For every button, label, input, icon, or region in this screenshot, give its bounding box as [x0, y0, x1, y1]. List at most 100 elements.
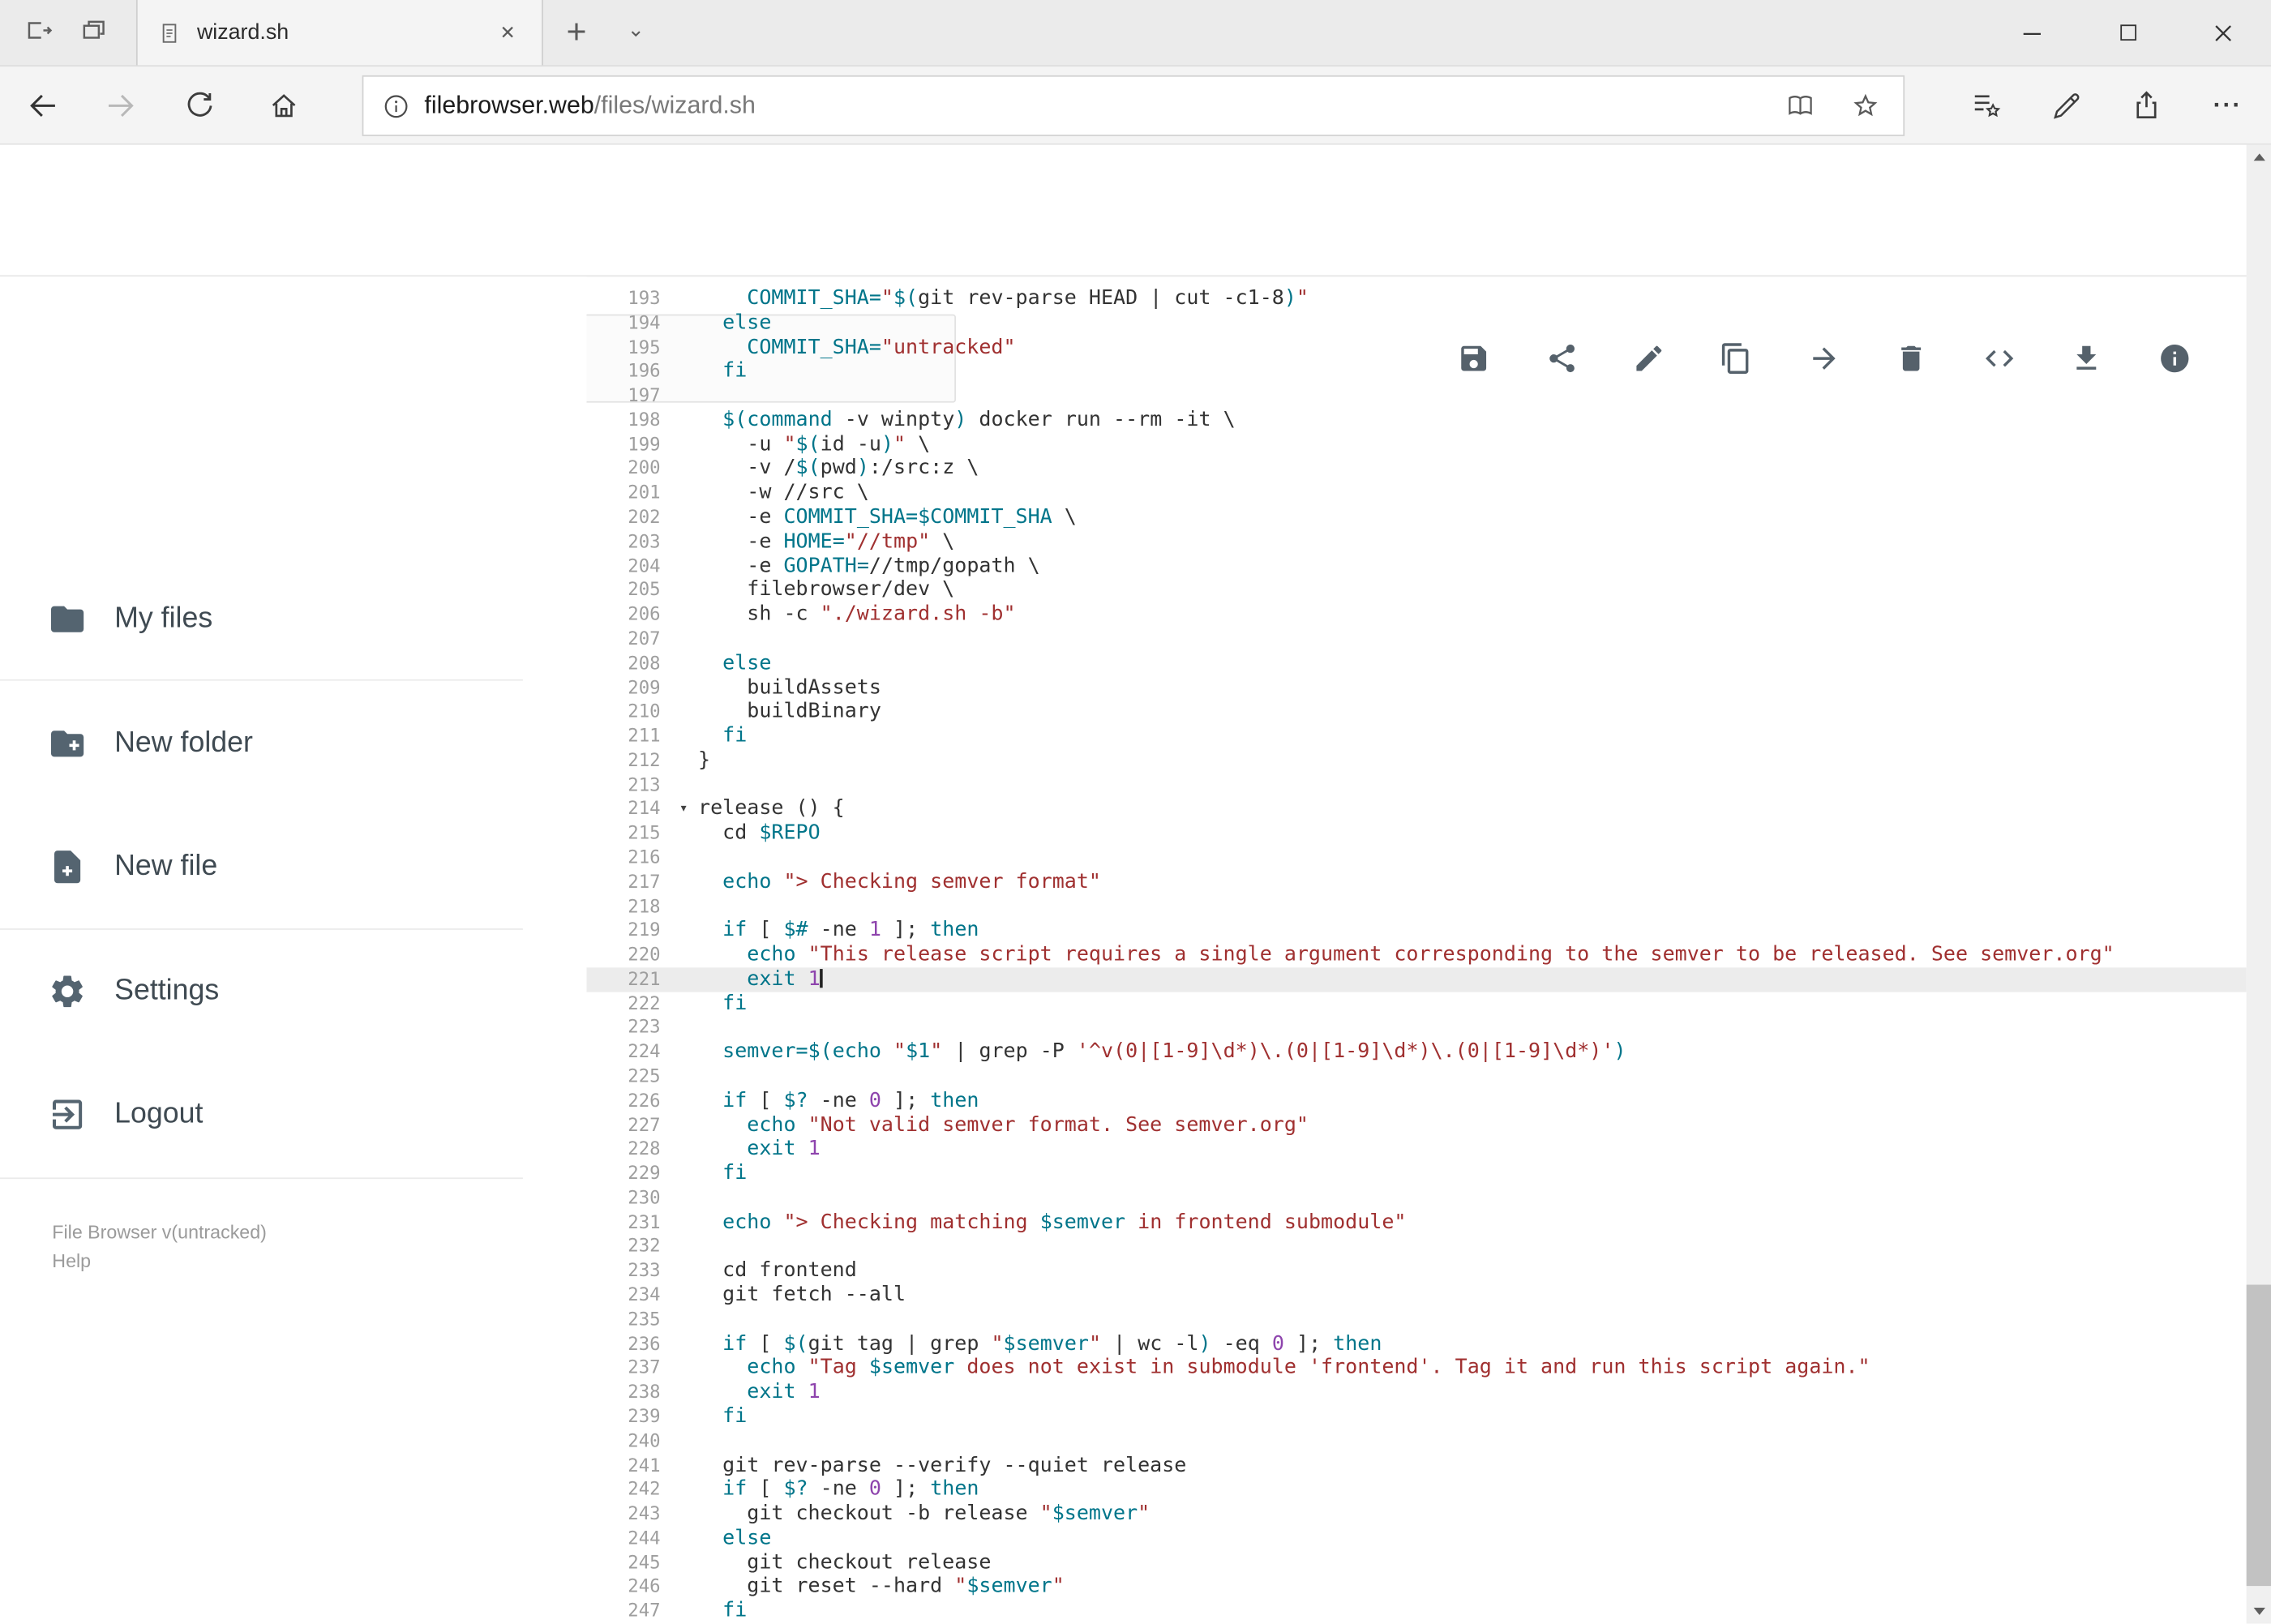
line-number[interactable]: 194 [586, 311, 673, 336]
reading-view-button[interactable] [1774, 78, 1826, 133]
line-number[interactable]: 200 [586, 457, 673, 482]
editor-line[interactable]: 233 cd frontend [586, 1259, 2246, 1283]
tab-close-icon[interactable]: ✕ [493, 18, 523, 47]
line-number[interactable]: 197 [586, 384, 673, 409]
editor-line[interactable]: 202 -e COMMIT_SHA=$COMMIT_SHA \ [586, 506, 2246, 530]
editor-line[interactable]: 230 [586, 1186, 2246, 1211]
line-number[interactable]: 227 [586, 1113, 673, 1138]
editor-line[interactable]: 212} [586, 748, 2246, 773]
line-number[interactable]: 216 [586, 846, 673, 870]
editor-line[interactable]: 231 echo "> Checking matching $semver in… [586, 1211, 2246, 1235]
editor-line[interactable]: 236 if [ $(git tag | grep "$semver" | wc… [586, 1332, 2246, 1356]
editor-line[interactable]: 196 fi [586, 360, 2246, 384]
window-minimize-button[interactable] [1984, 0, 2080, 65]
editor-line[interactable]: 221 exit 1 [586, 967, 2247, 992]
editor-line[interactable]: 244 else [586, 1527, 2246, 1551]
editor-line[interactable]: 242 if [ $? -ne 0 ]; then [586, 1478, 2246, 1502]
editor-line[interactable]: 223 [586, 1016, 2246, 1040]
sidebar-item-my-files[interactable]: My files [0, 578, 586, 659]
line-number[interactable]: 239 [586, 1405, 673, 1429]
line-number[interactable]: 211 [586, 724, 673, 748]
editor-line[interactable]: 246 git reset --hard "$semver" [586, 1575, 2246, 1600]
editor-line[interactable]: 222 fi [586, 992, 2246, 1016]
line-number[interactable]: 245 [586, 1551, 673, 1575]
line-number[interactable]: 213 [586, 773, 673, 797]
editor-line[interactable]: 216 [586, 846, 2246, 870]
editor-line[interactable]: 197 [586, 384, 2246, 409]
line-number[interactable]: 241 [586, 1454, 673, 1478]
editor-line[interactable]: 234 git fetch --all [586, 1283, 2246, 1308]
line-number[interactable]: 207 [586, 627, 673, 651]
line-number[interactable]: 238 [586, 1381, 673, 1405]
line-number[interactable]: 196 [586, 360, 673, 384]
back-button[interactable] [15, 76, 72, 134]
editor-line[interactable]: 247 fi [586, 1600, 2246, 1624]
editor-line[interactable]: 238 exit 1 [586, 1381, 2246, 1405]
line-number[interactable]: 217 [586, 870, 673, 894]
tabs-preview-button[interactable] [78, 15, 109, 51]
editor-line[interactable]: 232 [586, 1235, 2246, 1259]
line-number[interactable]: 224 [586, 1040, 673, 1065]
editor-line[interactable]: 219 if [ $# -ne 1 ]; then [586, 919, 2246, 943]
favorites-hub-button[interactable] [1956, 76, 2014, 134]
line-number[interactable]: 244 [586, 1527, 673, 1551]
editor-line[interactable]: 213 [586, 773, 2246, 797]
line-number[interactable]: 234 [586, 1283, 673, 1308]
editor-line[interactable]: 217 echo "> Checking semver format" [586, 870, 2246, 894]
editor-line[interactable]: 235 [586, 1308, 2246, 1332]
editor-line[interactable]: 241 git rev-parse --verify --quiet relea… [586, 1454, 2246, 1478]
share-button[interactable] [2118, 76, 2175, 134]
line-number[interactable]: 208 [586, 651, 673, 675]
line-number[interactable]: 236 [586, 1332, 673, 1356]
editor-line[interactable]: 195 COMMIT_SHA="untracked" [586, 336, 2246, 360]
scroll-up-button[interactable] [2247, 145, 2271, 169]
editor-line[interactable]: 205 filebrowser/dev \ [586, 578, 2246, 602]
favorite-star-button[interactable] [1840, 78, 1892, 133]
browser-tab[interactable]: wizard.sh ✕ [135, 0, 543, 66]
scrollbar-thumb[interactable] [2246, 1284, 2271, 1587]
more-menu-button[interactable]: ··· [2199, 76, 2256, 134]
line-number[interactable]: 195 [586, 336, 673, 360]
fold-arrow-icon[interactable]: ▾ [679, 799, 688, 823]
editor-line[interactable]: 210 buildBinary [586, 700, 2246, 724]
editor-line[interactable]: 237 echo "Tag $semver does not exist in … [586, 1356, 2246, 1381]
line-number[interactable]: 240 [586, 1429, 673, 1454]
editor-line[interactable]: 199 -u "$(id -u)" \ [586, 433, 2246, 457]
line-number[interactable]: 232 [586, 1235, 673, 1259]
editor-line[interactable]: 227 echo "Not valid semver format. See s… [586, 1113, 2246, 1138]
editor-line[interactable]: 208 else [586, 651, 2246, 675]
editor-line[interactable]: 204 -e GOPATH=//tmp/gopath \ [586, 554, 2246, 578]
new-tab-button[interactable]: + [553, 0, 599, 65]
line-number[interactable]: 243 [586, 1502, 673, 1527]
line-number[interactable]: 235 [586, 1308, 673, 1332]
url-field[interactable]: filebrowser.web/files/wizard.sh [362, 75, 1905, 136]
line-number[interactable]: 233 [586, 1259, 673, 1283]
sidebar-item-logout[interactable]: Logout [0, 1073, 586, 1155]
line-number[interactable]: 201 [586, 482, 673, 506]
line-number[interactable]: 221 [586, 967, 673, 992]
window-maximize-button[interactable] [2080, 0, 2175, 65]
scroll-down-button[interactable] [2247, 1599, 2271, 1623]
editor-line[interactable]: 215 cd $REPO [586, 821, 2246, 846]
line-number[interactable]: 198 [586, 409, 673, 433]
line-number[interactable]: 209 [586, 675, 673, 700]
editor-line[interactable]: 218 [586, 894, 2246, 919]
editor-line[interactable]: 239 fi [586, 1405, 2246, 1429]
line-number[interactable]: 205 [586, 578, 673, 602]
code-editor[interactable]: 193 COMMIT_SHA="$(git rev-parse HEAD | c… [586, 276, 2247, 1624]
line-number[interactable]: 247 [586, 1600, 673, 1624]
window-close-button[interactable] [2175, 0, 2271, 65]
line-number[interactable]: 225 [586, 1065, 673, 1089]
help-link[interactable]: Help [52, 1247, 267, 1276]
home-button[interactable] [255, 76, 312, 134]
line-number[interactable]: 242 [586, 1478, 673, 1502]
sidebar-item-settings[interactable]: Settings [0, 950, 586, 1031]
scrollbar[interactable] [2246, 144, 2271, 1624]
editor-line[interactable]: 243 git checkout -b release "$semver" [586, 1502, 2246, 1527]
line-number[interactable]: 223 [586, 1016, 673, 1040]
refresh-button[interactable] [171, 76, 229, 134]
line-number[interactable]: 218 [586, 894, 673, 919]
sidebar-item-new-folder[interactable]: New folder [0, 702, 586, 783]
editor-line[interactable]: 224 semver=$(echo "$1" | grep -P '^v(0|[… [586, 1040, 2246, 1065]
editor-line[interactable]: 226 if [ $? -ne 0 ]; then [586, 1089, 2246, 1113]
